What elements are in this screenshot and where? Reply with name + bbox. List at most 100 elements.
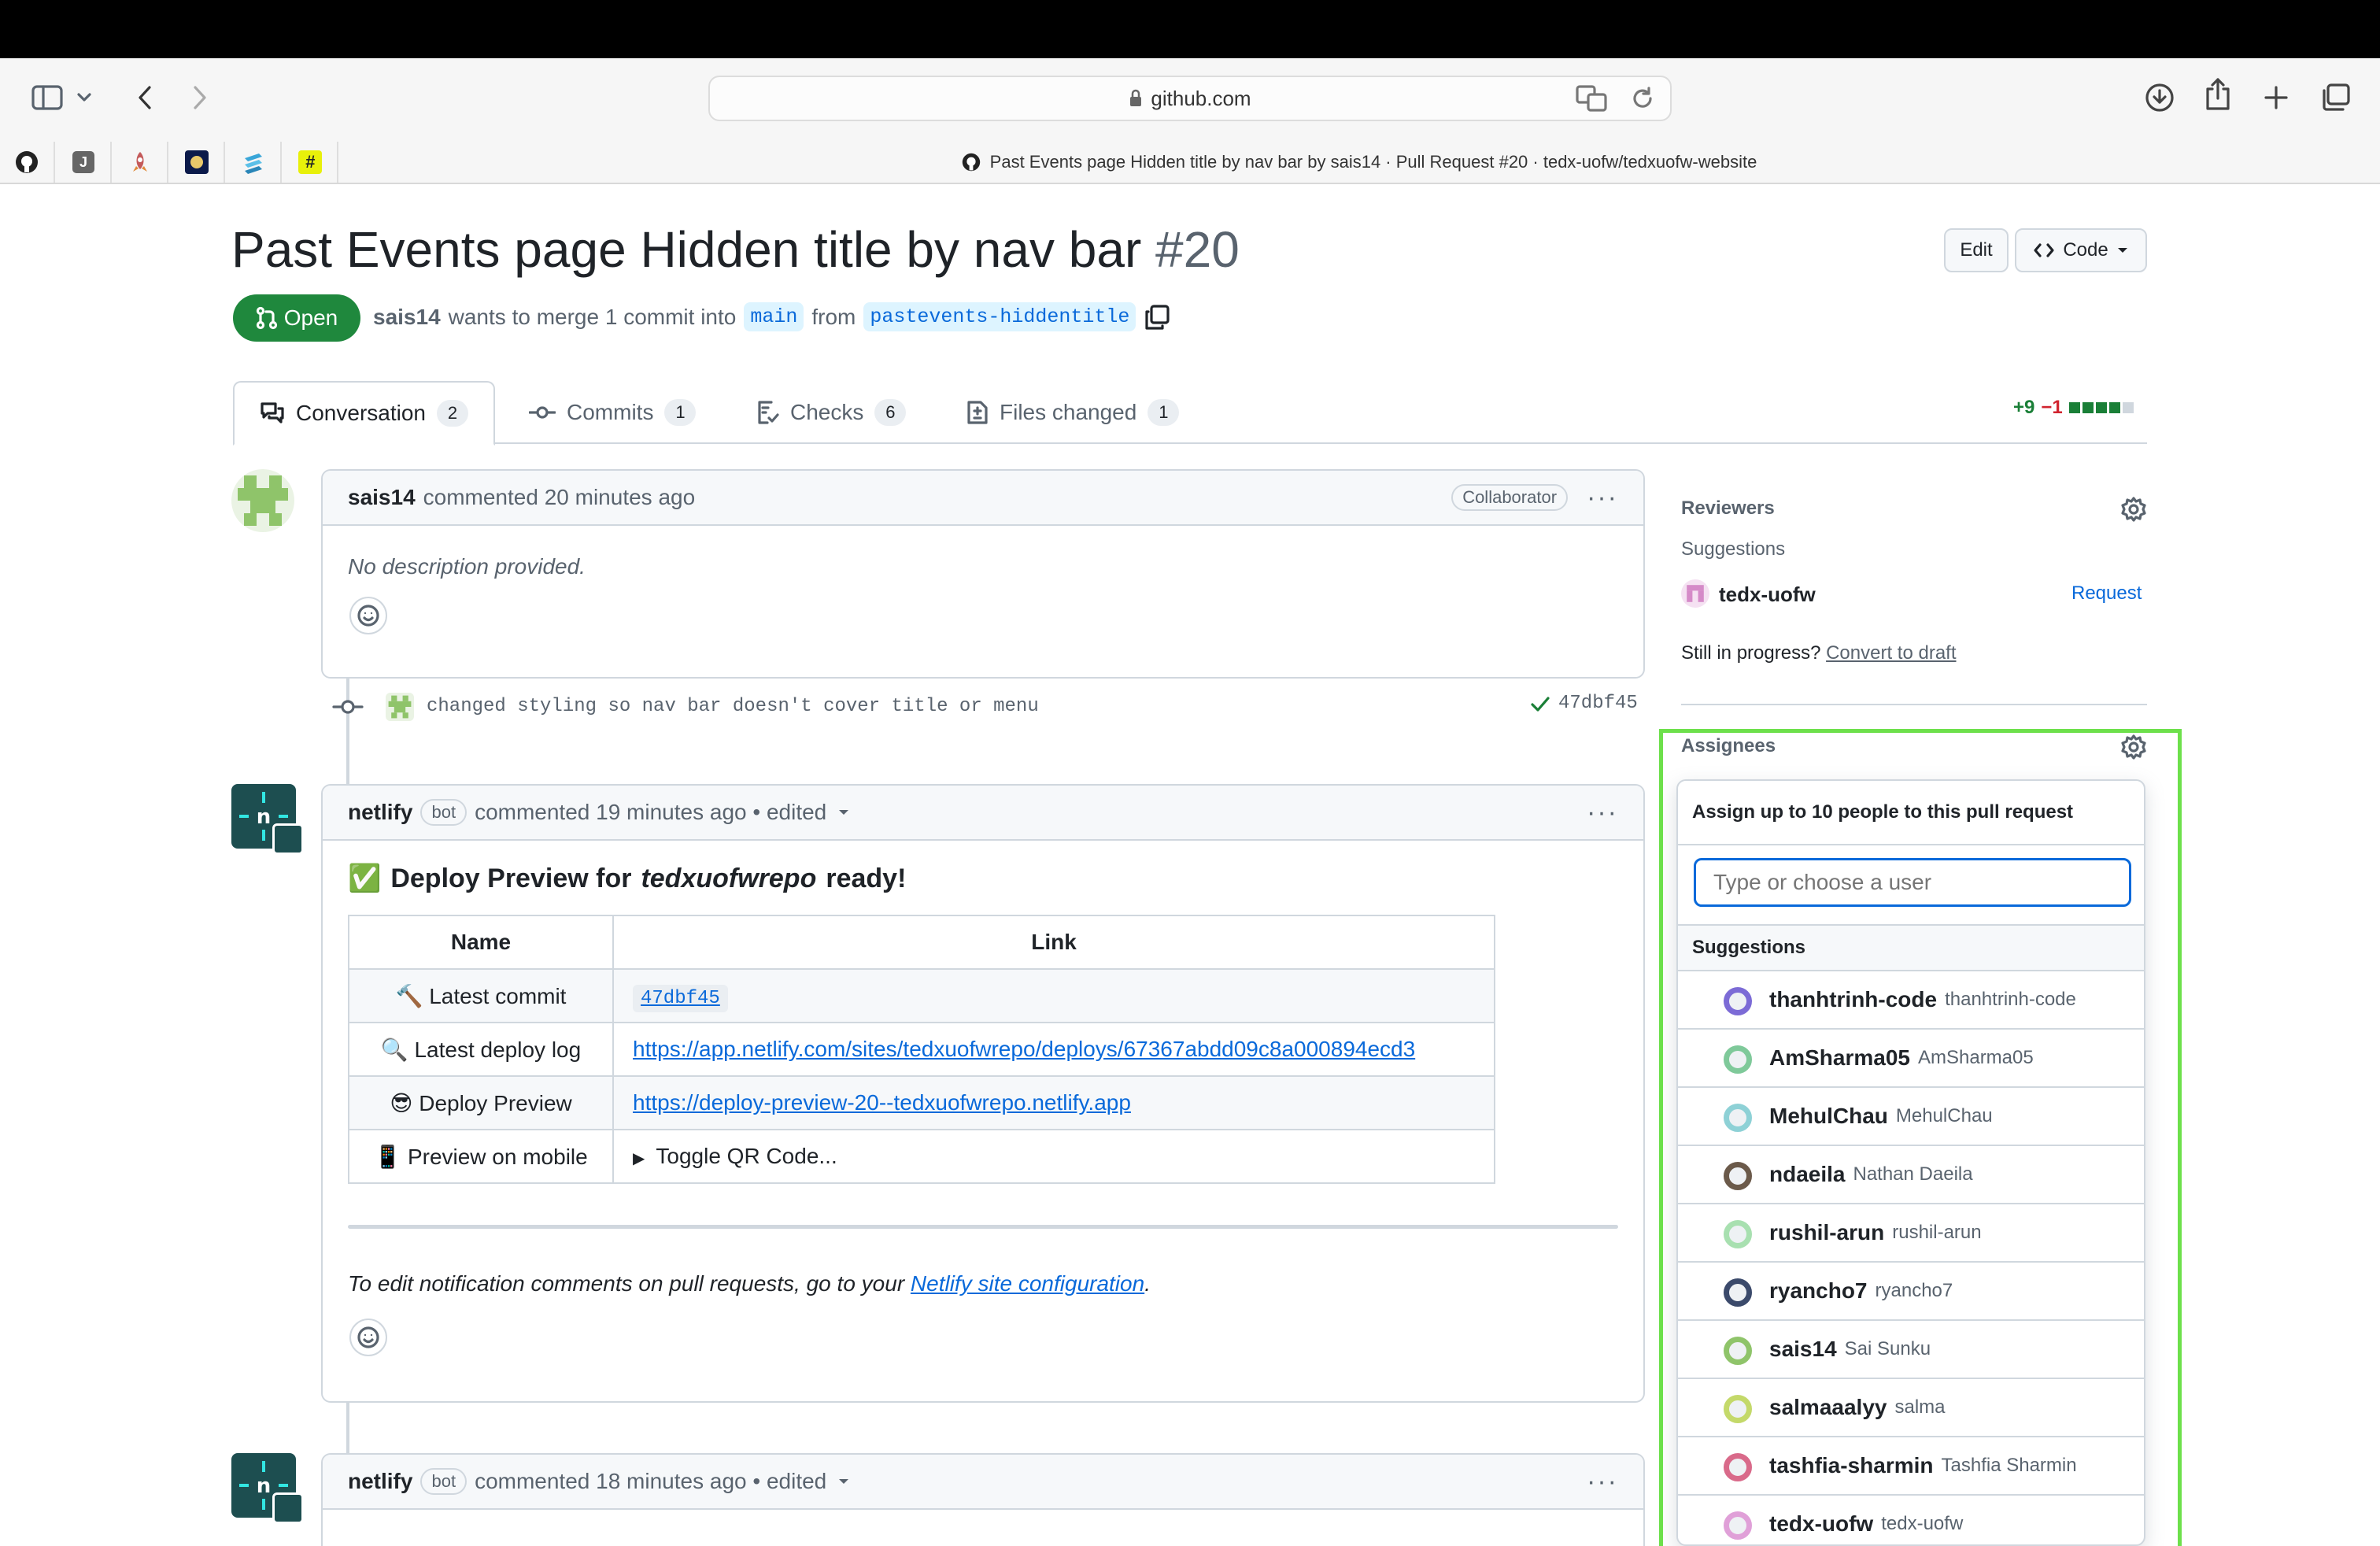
user-login: tashfia-sharmin (1769, 1453, 1934, 1478)
tab-overview-icon[interactable] (2317, 79, 2355, 117)
chevron-down-icon[interactable] (72, 79, 96, 117)
list-item[interactable]: sais14 Sai Sunku (1678, 1319, 2144, 1378)
copy-icon[interactable] (1144, 304, 1170, 331)
divider (1681, 704, 2147, 705)
reviewers-heading[interactable]: Reviewers (1681, 497, 1775, 520)
comment-time[interactable]: commented 20 minutes ago (423, 485, 696, 510)
gear-icon[interactable] (2120, 496, 2147, 527)
favorite-stack[interactable] (227, 142, 282, 183)
list-item[interactable]: MehulChau MehulChau (1678, 1086, 2144, 1145)
more-options-icon[interactable]: ··· (1587, 1466, 1618, 1497)
deploy-preview-link[interactable]: https://deploy-preview-20--tedxuofwrepo.… (633, 1090, 1131, 1115)
pull-request-icon (256, 306, 277, 330)
commit-message[interactable]: changed styling so nav bar doesn't cover… (427, 696, 1039, 717)
assignees-heading[interactable]: Assignees (1681, 735, 1776, 757)
list-item[interactable]: salmaaalyy salma (1678, 1378, 2144, 1436)
comment-box: netlify bot commented 18 minutes ago • e… (321, 1453, 1645, 1546)
hash-icon: # (298, 150, 322, 174)
new-tab-icon[interactable] (2257, 79, 2295, 117)
commit-link[interactable]: 47dbf45 (633, 984, 728, 1012)
avatar (1724, 1104, 1752, 1132)
svg-text:n: n (257, 1474, 272, 1498)
tab-commits[interactable]: Commits 1 (529, 381, 697, 444)
address-bar[interactable]: github.com (708, 76, 1672, 121)
deploy-log-link[interactable]: https://app.netlify.com/sites/tedxuofwre… (633, 1037, 1415, 1061)
list-item[interactable]: ryancho7 ryancho7 (1678, 1261, 2144, 1319)
avatar (1724, 1395, 1752, 1423)
comment-author[interactable]: sais14 (348, 485, 416, 510)
request-review-button[interactable]: Request (2071, 583, 2142, 605)
user-name: rushil-arun (1892, 1222, 1982, 1243)
merge-description: sais14 wants to merge 1 commit into main… (373, 302, 1170, 331)
bot-label: bot (420, 799, 468, 826)
user-login: tedx-uofw (1769, 1511, 1874, 1536)
edit-button[interactable]: Edit (1944, 228, 2009, 272)
commit-sha-link[interactable]: 47dbf45 (1530, 693, 1638, 714)
tab-files-changed[interactable]: Files changed 1 (966, 381, 1180, 444)
dropdown-title: Assign up to 10 people to this pull requ… (1678, 781, 2144, 845)
comment-time[interactable]: commented 18 minutes ago • edited (475, 1469, 826, 1494)
list-item[interactable]: tashfia-sharmin Tashfia Sharmin (1678, 1436, 2144, 1494)
convert-to-draft-link[interactable]: Convert to draft (1826, 642, 1956, 664)
tab-conversation[interactable]: Conversation 2 (233, 381, 495, 446)
comment-author[interactable]: netlify (348, 800, 412, 825)
more-options-icon[interactable]: ··· (1587, 797, 1618, 828)
avatar (1724, 1162, 1752, 1190)
favorite-hash[interactable]: # (283, 142, 338, 183)
favorite-rocket[interactable] (113, 142, 168, 183)
download-icon[interactable] (2141, 79, 2179, 117)
avatar (1724, 1278, 1752, 1307)
code-button[interactable]: Code (2015, 228, 2147, 272)
user-name: salma (1894, 1396, 1946, 1418)
list-item[interactable]: rushil-arun rushil-arun (1678, 1203, 2144, 1261)
lock-icon (1130, 89, 1142, 106)
tab-checks[interactable]: Checks 6 (756, 381, 907, 444)
comment-time[interactable]: commented 19 minutes ago • edited (475, 800, 826, 825)
favorite-j[interactable]: J (57, 142, 112, 183)
toggle-qr-code[interactable]: ▶ Toggle QR Code... (633, 1144, 837, 1168)
base-branch[interactable]: main (744, 302, 804, 331)
status-badge: Open (233, 294, 360, 342)
list-item[interactable]: AmSharma05 AmSharma05 (1678, 1028, 2144, 1086)
netlify-config-link[interactable]: Netlify site configuration (911, 1271, 1144, 1296)
caret-down-icon (2117, 248, 2127, 253)
more-options-icon[interactable]: ··· (1587, 483, 1618, 513)
forward-icon[interactable] (181, 79, 219, 117)
rocket-icon (133, 152, 147, 172)
user-login: ryancho7 (1769, 1278, 1868, 1303)
add-reaction-button[interactable] (349, 597, 387, 634)
avatar[interactable] (231, 469, 294, 532)
favorite-nasa[interactable] (170, 142, 225, 183)
identicon-icon (238, 475, 288, 526)
avatar[interactable] (386, 693, 414, 721)
back-icon[interactable] (126, 79, 164, 117)
add-reaction-button[interactable] (349, 1319, 387, 1356)
head-branch[interactable]: pastevents-hiddentitle (863, 302, 1136, 331)
avatar (1724, 1045, 1752, 1074)
share-icon[interactable] (2199, 76, 2237, 113)
caret-down-icon[interactable] (837, 1478, 850, 1485)
file-diff-icon (967, 401, 988, 424)
assignee-dropdown: Assign up to 10 people to this pull requ… (1676, 779, 2145, 1546)
list-item[interactable]: tedx-uofw tedx-uofw (1678, 1494, 2144, 1544)
check-mark-icon: ✅ (348, 864, 382, 893)
gear-icon[interactable] (2120, 734, 2147, 764)
list-item[interactable]: thanhtrinh-code thanhtrinh-code (1678, 970, 2144, 1028)
active-tab-title[interactable]: Past Events page Hidden title by nav bar… (338, 142, 2380, 183)
comment-box: netlify bot commented 19 minutes ago • e… (321, 784, 1645, 1403)
translate-icon[interactable] (1576, 85, 1607, 116)
avatar (1724, 1220, 1752, 1248)
list-item[interactable]: ndaeila Nathan Daeila (1678, 1145, 2144, 1203)
favorite-github[interactable] (0, 142, 55, 183)
comment-author[interactable]: netlify (348, 1469, 412, 1494)
user-name: thanhtrinh-code (1945, 989, 2076, 1010)
comment-footer: To edit notification comments on pull re… (348, 1271, 1151, 1296)
comment-header: netlify bot commented 18 minutes ago • e… (323, 1455, 1643, 1510)
sidebar-toggle-icon[interactable] (28, 79, 66, 117)
pr-author-link[interactable]: sais14 (373, 305, 441, 330)
user-search-input[interactable] (1694, 858, 2131, 907)
caret-down-icon[interactable] (837, 808, 850, 816)
pr-number: #20 (1155, 221, 1240, 278)
reload-icon[interactable] (1631, 87, 1654, 114)
user-login: sais14 (1769, 1337, 1837, 1361)
